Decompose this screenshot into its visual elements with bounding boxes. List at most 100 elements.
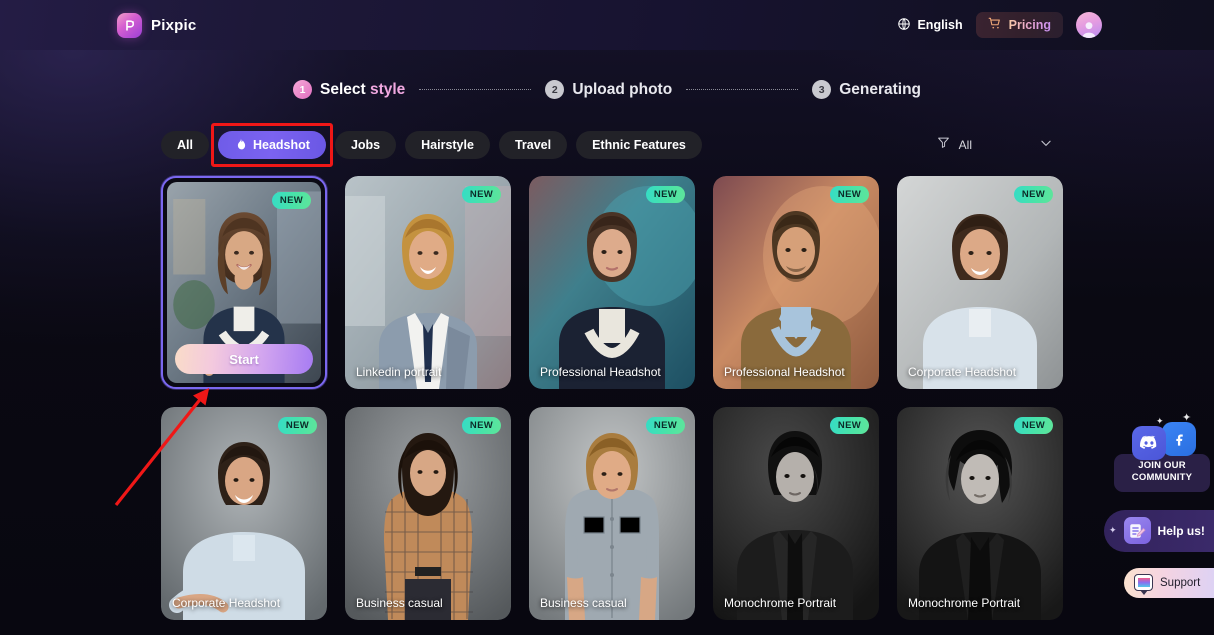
- help-us-button[interactable]: ✦ Help us!: [1104, 509, 1214, 552]
- style-card[interactable]: NEW Monochrome Portrait: [897, 407, 1063, 620]
- new-badge: NEW: [461, 186, 501, 203]
- chip-wrap-ethnic-features: Ethnic Features: [576, 131, 702, 159]
- filter-chip-travel[interactable]: Travel: [498, 131, 568, 159]
- support-button[interactable]: Support: [1124, 567, 1214, 598]
- card-label: Corporate Headshot: [172, 596, 281, 610]
- step-select-style[interactable]: 1 Select style: [292, 80, 405, 99]
- style-card-grid: NEW Start NEW Linkedin portrait NEW Prof…: [161, 176, 1063, 620]
- discord-icon[interactable]: [1132, 426, 1166, 460]
- style-card-selected[interactable]: NEW Start: [161, 176, 327, 389]
- filter-chip-all[interactable]: All: [161, 131, 209, 159]
- category-filter-bar: All Headshot Jobs Hairstyle Travel Ethni…: [161, 123, 1053, 167]
- card-photo: [897, 176, 1063, 389]
- filter-chip-hairstyle[interactable]: Hairstyle: [405, 131, 490, 159]
- cart-icon: [988, 16, 1002, 35]
- style-card[interactable]: NEW Linkedin portrait: [345, 176, 511, 389]
- filter-chip-jobs[interactable]: Jobs: [334, 131, 397, 159]
- step-label: Generating: [839, 80, 922, 98]
- style-card[interactable]: NEW Professional Headshot: [713, 176, 879, 389]
- chip-label: Headshot: [252, 138, 310, 152]
- new-badge: NEW: [645, 186, 685, 203]
- floating-widgets: ✦ ✦ JOIN OUR COMMUNITY ✦ Help us! Suppor…: [1096, 412, 1214, 598]
- sort-filter-label: All: [958, 138, 972, 152]
- style-card[interactable]: NEW Business casual: [529, 407, 695, 620]
- header-actions: English Pricing: [897, 12, 1102, 38]
- pricing-label: Pricing: [1008, 18, 1051, 32]
- facebook-icon[interactable]: [1162, 422, 1196, 456]
- avatar[interactable]: [1076, 12, 1102, 38]
- filter-chip-headshot[interactable]: Headshot: [217, 131, 326, 159]
- chip-wrap-jobs: Jobs: [334, 131, 397, 159]
- new-badge: NEW: [829, 417, 869, 434]
- chip-label: Ethnic Features: [592, 138, 686, 152]
- new-badge: NEW: [271, 192, 311, 209]
- chip-label: Travel: [514, 138, 552, 152]
- card-photo: [713, 407, 879, 620]
- feedback-pencil-icon: [1123, 517, 1151, 545]
- card-label: Corporate Headshot: [908, 365, 1017, 379]
- brand-logo[interactable]: Pixpic: [117, 12, 197, 38]
- language-selector[interactable]: English: [897, 17, 963, 34]
- chip-label: All: [177, 138, 193, 152]
- style-card[interactable]: NEW Business casual: [345, 407, 511, 620]
- step-number: 3: [812, 80, 832, 99]
- sort-filter-dropdown[interactable]: All: [937, 136, 1053, 155]
- chevron-down-icon[interactable]: [1039, 136, 1053, 155]
- chip-wrap-headshot: Headshot: [210, 123, 333, 167]
- chip-wrap-all: All: [161, 131, 209, 159]
- card-label: Business casual: [356, 596, 443, 610]
- step-label: Select style: [320, 81, 405, 99]
- step-number: 1: [292, 80, 312, 99]
- step-number: 2: [545, 80, 565, 99]
- chip-wrap-hairstyle: Hairstyle: [405, 131, 490, 159]
- card-label: Monochrome Portrait: [724, 596, 837, 610]
- card-photo: [161, 407, 327, 620]
- card-photo: [897, 407, 1063, 620]
- chip-wrap-travel: Travel: [498, 131, 568, 159]
- card-label: Professional Headshot: [724, 365, 845, 379]
- pricing-button[interactable]: Pricing: [975, 12, 1063, 38]
- globe-icon: [897, 17, 911, 34]
- top-header: Pixpic English Pricing: [0, 0, 1214, 50]
- card-photo: [713, 176, 879, 389]
- step-upload-photo[interactable]: 2 Upload photo: [545, 80, 672, 99]
- card-photo: [529, 407, 695, 620]
- step-indicator: 1 Select style 2 Upload photo 3 Generati…: [0, 80, 1214, 99]
- step-label-main: Select: [319, 80, 370, 98]
- step-connector-1: [419, 89, 532, 90]
- step-generating[interactable]: 3 Generating: [812, 80, 921, 99]
- support-label: Support: [1160, 576, 1201, 589]
- new-badge: NEW: [277, 417, 317, 434]
- card-label: Business casual: [540, 596, 627, 610]
- community-icon-stack: [1128, 420, 1210, 462]
- sparkle-icon: ✦: [1109, 525, 1117, 536]
- style-card[interactable]: NEW Professional Headshot: [529, 176, 695, 389]
- filter-funnel-icon: [937, 136, 950, 154]
- step-label-accent: style: [369, 80, 406, 98]
- chat-bubble-icon: [1134, 574, 1153, 596]
- style-card[interactable]: NEW Corporate Headshot: [897, 176, 1063, 389]
- user-avatar-icon: [1082, 22, 1096, 38]
- new-badge: NEW: [1013, 186, 1053, 203]
- help-us-label: Help us!: [1157, 523, 1205, 538]
- new-badge: NEW: [829, 186, 869, 203]
- brand-name: Pixpic: [151, 16, 197, 34]
- filter-chip-ethnic-features[interactable]: Ethnic Features: [576, 131, 702, 159]
- category-chips: All Headshot Jobs Hairstyle Travel Ethni…: [161, 123, 702, 167]
- card-photo: [529, 176, 695, 389]
- step-label: Upload photo: [572, 80, 673, 98]
- chip-label: Hairstyle: [421, 138, 474, 152]
- new-badge: NEW: [461, 417, 501, 434]
- card-photo: [345, 407, 511, 620]
- step-connector-2: [686, 89, 799, 90]
- join-community-widget[interactable]: ✦ ✦ JOIN OUR COMMUNITY: [1114, 412, 1210, 492]
- start-button[interactable]: Start: [175, 344, 313, 374]
- card-label: Professional Headshot: [540, 365, 661, 379]
- style-card[interactable]: NEW Monochrome Portrait: [713, 407, 879, 620]
- fire-icon: [234, 137, 247, 154]
- card-label: Monochrome Portrait: [908, 596, 1021, 610]
- style-card[interactable]: NEW Corporate Headshot: [161, 407, 327, 620]
- new-badge: NEW: [1013, 417, 1053, 434]
- community-line-2: COMMUNITY: [1131, 472, 1193, 484]
- language-label: English: [917, 18, 963, 32]
